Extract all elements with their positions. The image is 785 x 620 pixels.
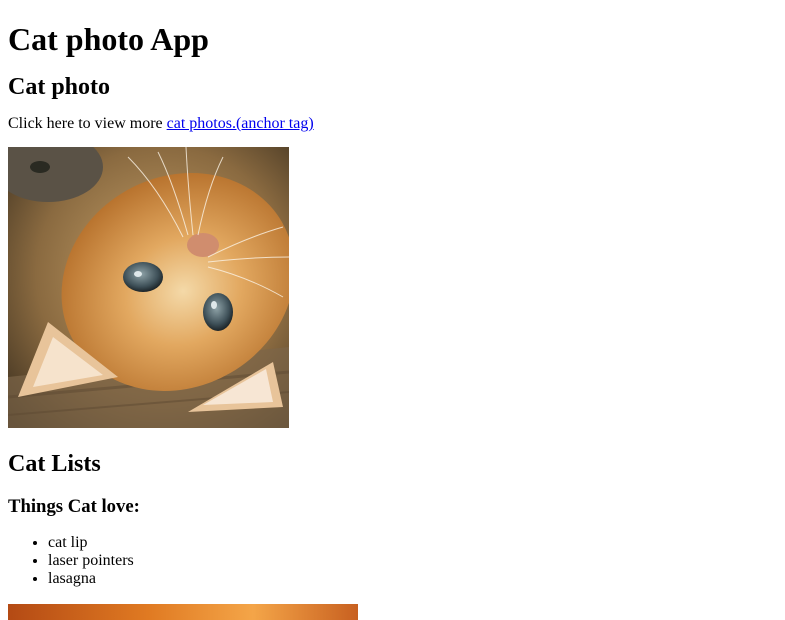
cat-photos-link[interactable]: cat photos.(anchor tag) [167, 115, 314, 132]
cat-photo-image[interactable] [8, 147, 289, 428]
view-more-text: Click here to view more [8, 115, 167, 132]
view-more-paragraph: Click here to view more cat photos.(anch… [8, 115, 777, 133]
cat-photo-heading: Cat photo [8, 74, 111, 100]
cat-love-list: cat lip laser pointers lasagna [8, 534, 777, 588]
second-cat-image [8, 604, 358, 620]
list-item: cat lip [48, 534, 777, 552]
things-cat-love-heading: Things Cat love: [8, 496, 140, 517]
cat-lists-heading: Cat Lists [8, 451, 101, 477]
page-title: Cat photo App [8, 21, 209, 57]
list-item: laser pointers [48, 552, 777, 570]
list-item: lasagna [48, 570, 777, 588]
